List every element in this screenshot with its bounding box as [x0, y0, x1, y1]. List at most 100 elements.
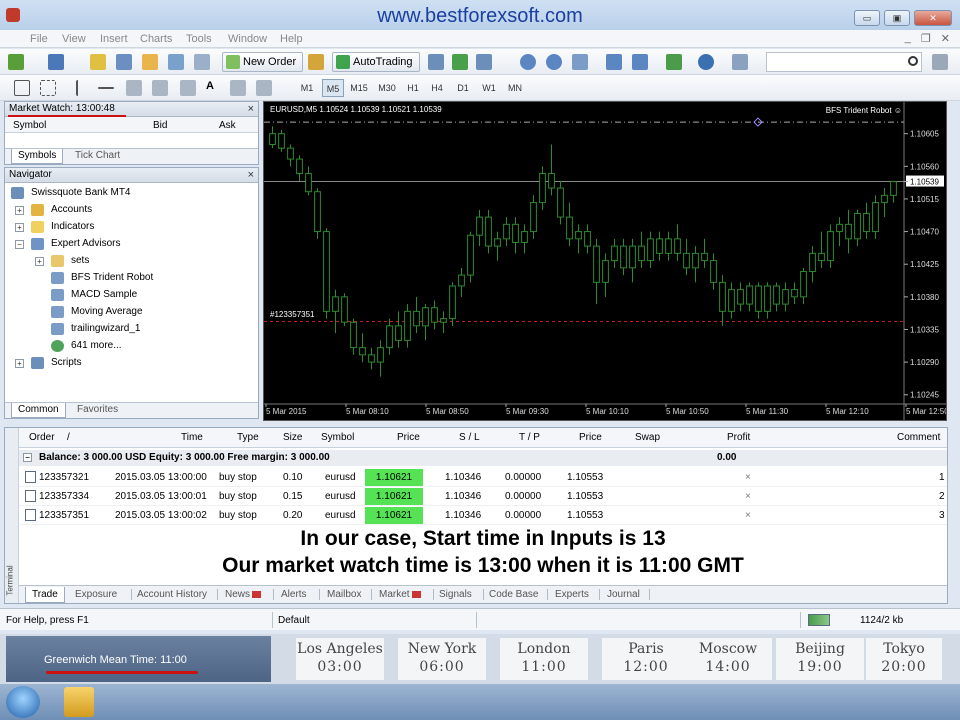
tab-signals[interactable]: Signals [439, 587, 472, 603]
tab-alerts[interactable]: Alerts [281, 587, 307, 603]
col-size[interactable]: Size [283, 432, 302, 443]
zoom-in-icon[interactable] [520, 54, 536, 70]
metaeditor-icon[interactable] [308, 54, 324, 70]
navigator-icon[interactable] [142, 54, 158, 70]
col-tp[interactable]: T / P [519, 432, 540, 443]
tab-market[interactable]: Market [379, 587, 421, 603]
col-type[interactable]: Type [237, 432, 259, 443]
tab-favorites[interactable]: Favorites [71, 403, 124, 418]
tab-common[interactable]: Common [11, 403, 66, 418]
terminal-close-icon[interactable]: × [0, 578, 2, 583]
menu-file[interactable]: File [30, 33, 48, 45]
bar-chart-icon[interactable] [428, 54, 444, 70]
new-chart-icon[interactable] [8, 54, 24, 70]
nav-more[interactable]: 641 more... [51, 338, 122, 354]
horizontal-line-icon[interactable] [98, 87, 114, 89]
community-icon[interactable] [932, 54, 948, 70]
expand-indicators-icon[interactable]: + [15, 223, 24, 232]
tab-experts[interactable]: Experts [555, 587, 589, 603]
timeframe-m1[interactable]: M1 [296, 79, 318, 97]
menu-help[interactable]: Help [280, 33, 303, 45]
text-icon[interactable]: A [206, 80, 222, 96]
timeframe-m30[interactable]: M30 [376, 79, 398, 97]
nav-sets[interactable]: sets [51, 253, 89, 269]
tab-journal[interactable]: Journal [607, 587, 640, 603]
label-icon[interactable] [230, 80, 246, 96]
delete-order-icon[interactable]: × [745, 468, 751, 487]
col-symbol[interactable]: Symbol [321, 432, 354, 443]
menu-charts[interactable]: Charts [140, 33, 172, 45]
delete-order-icon[interactable]: × [745, 506, 751, 525]
expand-scripts-icon[interactable]: + [15, 359, 24, 368]
expand-sets-icon[interactable]: + [35, 257, 44, 266]
trendline-icon[interactable] [126, 80, 142, 96]
market-watch-close-icon[interactable]: × [248, 102, 254, 116]
col-bid[interactable]: Bid [153, 120, 167, 131]
tile-windows-icon[interactable] [572, 54, 588, 70]
collapse-balance-icon[interactable]: − [23, 453, 32, 462]
chart-ea-label[interactable]: BFS Trident Robot ☺ [826, 106, 902, 115]
periods-icon[interactable] [698, 54, 714, 70]
menu-insert[interactable]: Insert [100, 33, 128, 45]
autoscroll-icon[interactable] [632, 54, 648, 70]
nav-broker[interactable]: Swissquote Bank MT4 [11, 185, 131, 201]
navigator-close-icon[interactable]: × [248, 168, 254, 182]
data-window-icon[interactable] [116, 54, 132, 70]
price-chart[interactable]: 1.10605 1.10560 1.10539 1.10515 1.10470 1.104… [263, 101, 947, 421]
timeframe-m15[interactable]: M15 [348, 79, 370, 97]
timeframe-h1[interactable]: H1 [402, 79, 424, 97]
nav-ea-moving-average[interactable]: Moving Average [51, 304, 143, 320]
market-watch-icon[interactable] [90, 54, 106, 70]
search-input[interactable] [766, 52, 922, 72]
autotrading-button[interactable]: AutoTrading [332, 52, 420, 72]
tab-account-history[interactable]: Account History [137, 587, 207, 603]
col-current-price[interactable]: Price [579, 432, 602, 443]
timeframe-d1[interactable]: D1 [452, 79, 474, 97]
nav-expert-advisors[interactable]: Expert Advisors [31, 236, 120, 252]
tab-code-base[interactable]: Code Base [489, 587, 538, 603]
col-profit[interactable]: Profit [727, 432, 750, 443]
minimize-button[interactable]: ▭ [854, 10, 880, 26]
table-row[interactable]: 123357321 2015.03.05 13:00:00 buy stop 0… [19, 468, 947, 487]
start-button[interactable] [6, 686, 40, 718]
maximize-button[interactable]: ▣ [884, 10, 910, 26]
nav-indicators[interactable]: Indicators [31, 219, 94, 235]
timeframe-h4[interactable]: H4 [426, 79, 448, 97]
connection-status-icon[interactable] [808, 614, 830, 626]
arrows-icon[interactable] [256, 80, 272, 96]
nav-ea-trailingwizard[interactable]: trailingwizard_1 [51, 321, 140, 337]
table-row[interactable]: 123357351 2015.03.05 13:00:02 buy stop 0… [19, 506, 947, 525]
expand-accounts-icon[interactable]: + [15, 206, 24, 215]
tab-news[interactable]: News [225, 587, 262, 603]
menu-view[interactable]: View [62, 33, 86, 45]
tester-icon[interactable] [194, 54, 210, 70]
table-row[interactable]: 123357334 2015.03.05 13:00:01 buy stop 0… [19, 487, 947, 506]
mdi-close-icon[interactable]: ✕ [941, 32, 950, 45]
tab-mailbox[interactable]: Mailbox [327, 587, 361, 603]
menu-tools[interactable]: Tools [186, 33, 212, 45]
templates-icon[interactable] [732, 54, 748, 70]
close-button[interactable]: ✕ [914, 10, 952, 26]
timeframe-m5[interactable]: M5 [322, 79, 344, 97]
timeframe-w1[interactable]: W1 [478, 79, 500, 97]
menu-window[interactable]: Window [228, 33, 267, 45]
timeframe-mn[interactable]: MN [504, 79, 526, 97]
tab-trade[interactable]: Trade [25, 587, 65, 603]
col-ask[interactable]: Ask [219, 120, 236, 131]
col-swap[interactable]: Swap [635, 432, 660, 443]
mdi-minimize-icon[interactable]: _ [905, 32, 911, 45]
new-order-button[interactable]: New Order [222, 52, 304, 72]
collapse-expert-advisors-icon[interactable]: − [15, 240, 24, 249]
crosshair-icon[interactable] [40, 80, 56, 96]
nav-scripts[interactable]: Scripts [31, 355, 82, 371]
channel-icon[interactable] [152, 80, 168, 96]
profiles-icon[interactable] [48, 54, 64, 70]
tab-symbols[interactable]: Symbols [11, 149, 64, 164]
candlesticks-icon[interactable] [452, 54, 468, 70]
col-comment[interactable]: Comment [897, 432, 940, 443]
vertical-line-icon[interactable] [76, 80, 92, 96]
delete-order-icon[interactable]: × [745, 487, 751, 506]
nav-accounts[interactable]: Accounts [31, 202, 92, 218]
col-symbol[interactable]: Symbol [13, 120, 46, 131]
chart-shift-icon[interactable] [606, 54, 622, 70]
